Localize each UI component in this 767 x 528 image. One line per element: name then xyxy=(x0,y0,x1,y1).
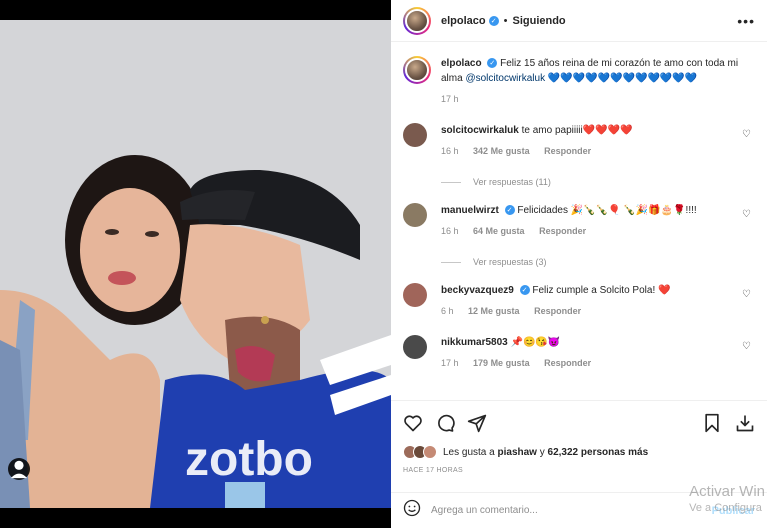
comment-avatar[interactable] xyxy=(403,203,427,227)
caption-mention[interactable]: @solcitocwirkaluk xyxy=(465,73,545,84)
comment-like-heart-icon[interactable]: ♡ xyxy=(742,209,751,220)
photo-illustration: zotbo xyxy=(0,20,391,508)
likes-suffix: y xyxy=(539,446,545,458)
comment-username[interactable]: solcitocwirkaluk xyxy=(441,125,519,136)
comment-avatar[interactable] xyxy=(403,335,427,359)
emoji-icon[interactable] xyxy=(403,499,421,522)
publish-button[interactable]: Publicar xyxy=(712,505,755,517)
avatar[interactable] xyxy=(403,6,431,35)
likes-summary[interactable]: Les gusta a piashaw y 62,322 personas má… xyxy=(403,445,755,459)
reply-button[interactable]: Responder xyxy=(534,306,581,316)
caption-username[interactable]: elpolaco xyxy=(441,58,482,69)
actions-bar: Les gusta a piashaw y 62,322 personas má… xyxy=(391,400,767,474)
download-icon[interactable] xyxy=(735,413,755,438)
comment-username[interactable]: manuelwirzt xyxy=(441,205,499,216)
comment-item: nikkumar5803 📌😊😘😈 17 h 179 Me gusta Resp… xyxy=(403,335,755,371)
reply-button[interactable]: Responder xyxy=(544,146,591,156)
comment-likes[interactable]: 179 Me gusta xyxy=(473,358,530,368)
comment-text: Felicidades 🎉🍾🍾🎈 🍾🎉🎁🎂🌹!!!! xyxy=(517,205,697,216)
comment-input[interactable]: Agrega un comentario... xyxy=(431,505,538,516)
separator-dot: • xyxy=(503,14,508,27)
post-timestamp: HACE 17 HORAS xyxy=(403,467,463,474)
comment-time[interactable]: 16 h xyxy=(441,226,459,236)
comment-icon[interactable] xyxy=(435,413,455,438)
post-sidebar: elpolaco ✓ • Siguiendo ••• elpolaco ✓ Fe… xyxy=(391,0,767,528)
post-photo[interactable]: zotbo xyxy=(0,20,391,508)
comment-text: 📌😊😘😈 xyxy=(510,337,561,348)
reply-button[interactable]: Responder xyxy=(539,226,586,236)
header-username[interactable]: elpolaco xyxy=(441,15,486,27)
comment-text: te amo papiiiii❤️❤️❤️❤️ xyxy=(521,125,633,136)
comment-item: solcitocwirkaluk te amo papiiiii❤️❤️❤️❤️… xyxy=(403,123,755,187)
post-header: elpolaco ✓ • Siguiendo ••• xyxy=(391,0,767,42)
comment-composer: Agrega un comentario... Publicar xyxy=(391,492,767,528)
comment-time[interactable]: 16 h xyxy=(441,146,459,156)
comment-item: manuelwirzt ✓ Felicidades 🎉🍾🍾🎈 🍾🎉🎁🎂🌹!!!!… xyxy=(403,203,755,267)
verified-icon: ✓ xyxy=(487,58,498,69)
caption-emoji: 💙💙💙💙💙💙💙💙💙💙💙💙 xyxy=(547,73,698,84)
comment-time[interactable]: 17 h xyxy=(441,358,459,368)
comment-username[interactable]: beckyvazquez9 xyxy=(441,285,514,296)
verified-icon: ✓ xyxy=(488,15,499,26)
photo-panel: zotbo xyxy=(0,0,391,528)
verified-icon: ✓ xyxy=(504,205,515,216)
caption-time[interactable]: 17 h xyxy=(441,94,459,104)
likes-others[interactable]: 62,322 personas más xyxy=(548,447,649,458)
liker-avatars xyxy=(403,445,437,459)
comment-item: beckyvazquez9 ✓ Feliz cumple a Solcito P… xyxy=(403,283,755,319)
comment-text: Feliz cumple a Solcito Pola! ❤️ xyxy=(532,285,671,296)
reply-button[interactable]: Responder xyxy=(544,358,591,368)
bookmark-icon[interactable] xyxy=(703,413,721,438)
likes-prefix: Les gusta a xyxy=(443,446,495,458)
comment-username[interactable]: nikkumar5803 xyxy=(441,337,508,348)
comment-avatar[interactable] xyxy=(403,283,427,307)
comment-like-heart-icon[interactable]: ♡ xyxy=(742,341,751,352)
comment-likes[interactable]: 342 Me gusta xyxy=(473,146,530,156)
user-tag-icon[interactable] xyxy=(8,458,30,480)
following-button[interactable]: Siguiendo xyxy=(512,15,565,27)
more-icon[interactable]: ••• xyxy=(737,13,755,29)
heart-icon[interactable] xyxy=(403,413,423,438)
view-replies-button[interactable]: Ver respuestas (11) xyxy=(441,177,755,187)
likes-user[interactable]: piashaw xyxy=(498,447,537,458)
comment-likes[interactable]: 64 Me gusta xyxy=(473,226,525,236)
comment-avatar[interactable] xyxy=(403,123,427,147)
verified-icon: ✓ xyxy=(519,285,530,296)
svg-text:zotbo: zotbo xyxy=(185,433,313,486)
caption-avatar[interactable] xyxy=(403,56,431,84)
share-icon[interactable] xyxy=(467,413,487,438)
comment-like-heart-icon[interactable]: ♡ xyxy=(742,129,751,140)
comment-likes[interactable]: 12 Me gusta xyxy=(468,306,520,316)
caption: elpolaco ✓ Feliz 15 años reina de mi cor… xyxy=(403,56,755,107)
view-replies-button[interactable]: Ver respuestas (3) xyxy=(441,257,755,267)
comment-like-heart-icon[interactable]: ♡ xyxy=(742,289,751,300)
comments-list[interactable]: elpolaco ✓ Feliz 15 años reina de mi cor… xyxy=(391,42,767,397)
comment-time[interactable]: 6 h xyxy=(441,306,454,316)
